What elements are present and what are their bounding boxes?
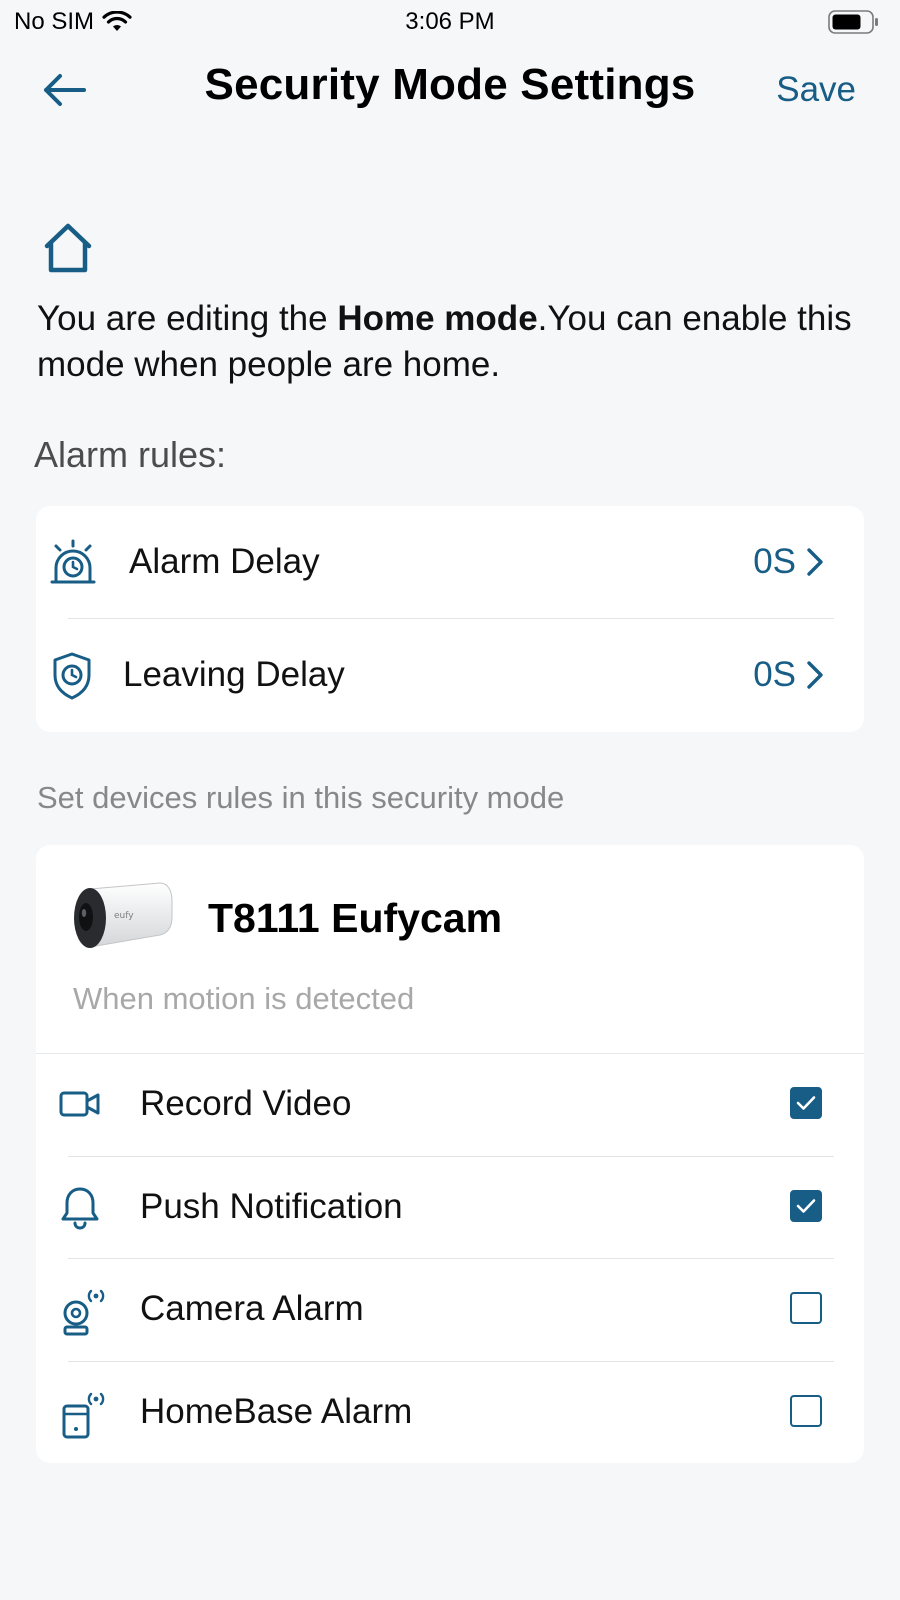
leaving-delay-value-text: 0S	[753, 655, 796, 694]
camera-alarm-icon	[58, 1287, 106, 1342]
push-notification-label: Push Notification	[140, 1187, 403, 1226]
alarm-delay-row[interactable]: Alarm Delay 0S	[36, 506, 864, 618]
leaving-delay-value: 0S	[753, 655, 824, 695]
save-button[interactable]: Save	[776, 70, 856, 110]
bell-icon	[58, 1185, 102, 1236]
homebase-alarm-label: HomeBase Alarm	[140, 1392, 413, 1431]
nav-bar: Security Mode Settings Save	[0, 48, 900, 132]
brand-mark: eufy	[114, 911, 134, 921]
homebase-alarm-icon	[58, 1390, 106, 1445]
homebase-alarm-checkbox[interactable]	[790, 1395, 822, 1427]
record-video-row[interactable]: Record Video	[36, 1054, 864, 1156]
device-card: eufy T8111 Eufycam When motion is detect…	[36, 845, 864, 1463]
record-video-label: Record Video	[140, 1084, 352, 1123]
alarm-delay-value: 0S	[753, 542, 824, 582]
camera-device-image: eufy	[68, 879, 174, 960]
chevron-right-icon	[807, 548, 823, 576]
mode-description: You are editing the Home mode.You can en…	[37, 296, 867, 388]
home-icon	[42, 222, 94, 279]
leaving-delay-row[interactable]: Leaving Delay 0S	[36, 619, 864, 731]
alarm-delay-value-text: 0S	[753, 542, 796, 581]
shield-clock-icon	[50, 651, 94, 706]
mode-name: Home mode	[337, 299, 538, 338]
push-notification-row[interactable]: Push Notification	[36, 1157, 864, 1259]
page-title: Security Mode Settings	[204, 60, 696, 109]
chevron-right-icon	[807, 661, 823, 689]
record-video-checkbox[interactable]	[790, 1087, 822, 1119]
camera-alarm-label: Camera Alarm	[140, 1289, 364, 1328]
alarm-rules-card: Alarm Delay 0S Leaving Delay 0S	[36, 506, 864, 732]
alarm-clock-icon	[50, 538, 96, 591]
video-camera-icon	[58, 1082, 102, 1131]
device-header: eufy T8111 Eufycam When motion is detect…	[36, 845, 864, 1053]
mode-text-prefix: You are editing the	[37, 299, 338, 338]
device-trigger: When motion is detected	[73, 981, 415, 1016]
check-icon	[796, 1199, 816, 1213]
homebase-alarm-row[interactable]: HomeBase Alarm	[36, 1362, 864, 1464]
leaving-delay-label: Leaving Delay	[123, 655, 345, 694]
battery-icon	[828, 10, 880, 41]
alarm-delay-label: Alarm Delay	[129, 542, 320, 581]
status-time: 3:06 PM	[405, 8, 495, 35]
camera-alarm-checkbox[interactable]	[790, 1292, 822, 1324]
alarm-rules-title: Alarm rules:	[34, 434, 227, 475]
device-name: T8111 Eufycam	[208, 895, 503, 941]
push-notification-checkbox[interactable]	[790, 1190, 822, 1222]
check-icon	[796, 1096, 816, 1110]
devices-hint: Set devices rules in this security mode	[37, 780, 565, 815]
status-bar: No SIM 3:06 PM	[0, 0, 900, 48]
camera-alarm-row[interactable]: Camera Alarm	[36, 1259, 864, 1361]
